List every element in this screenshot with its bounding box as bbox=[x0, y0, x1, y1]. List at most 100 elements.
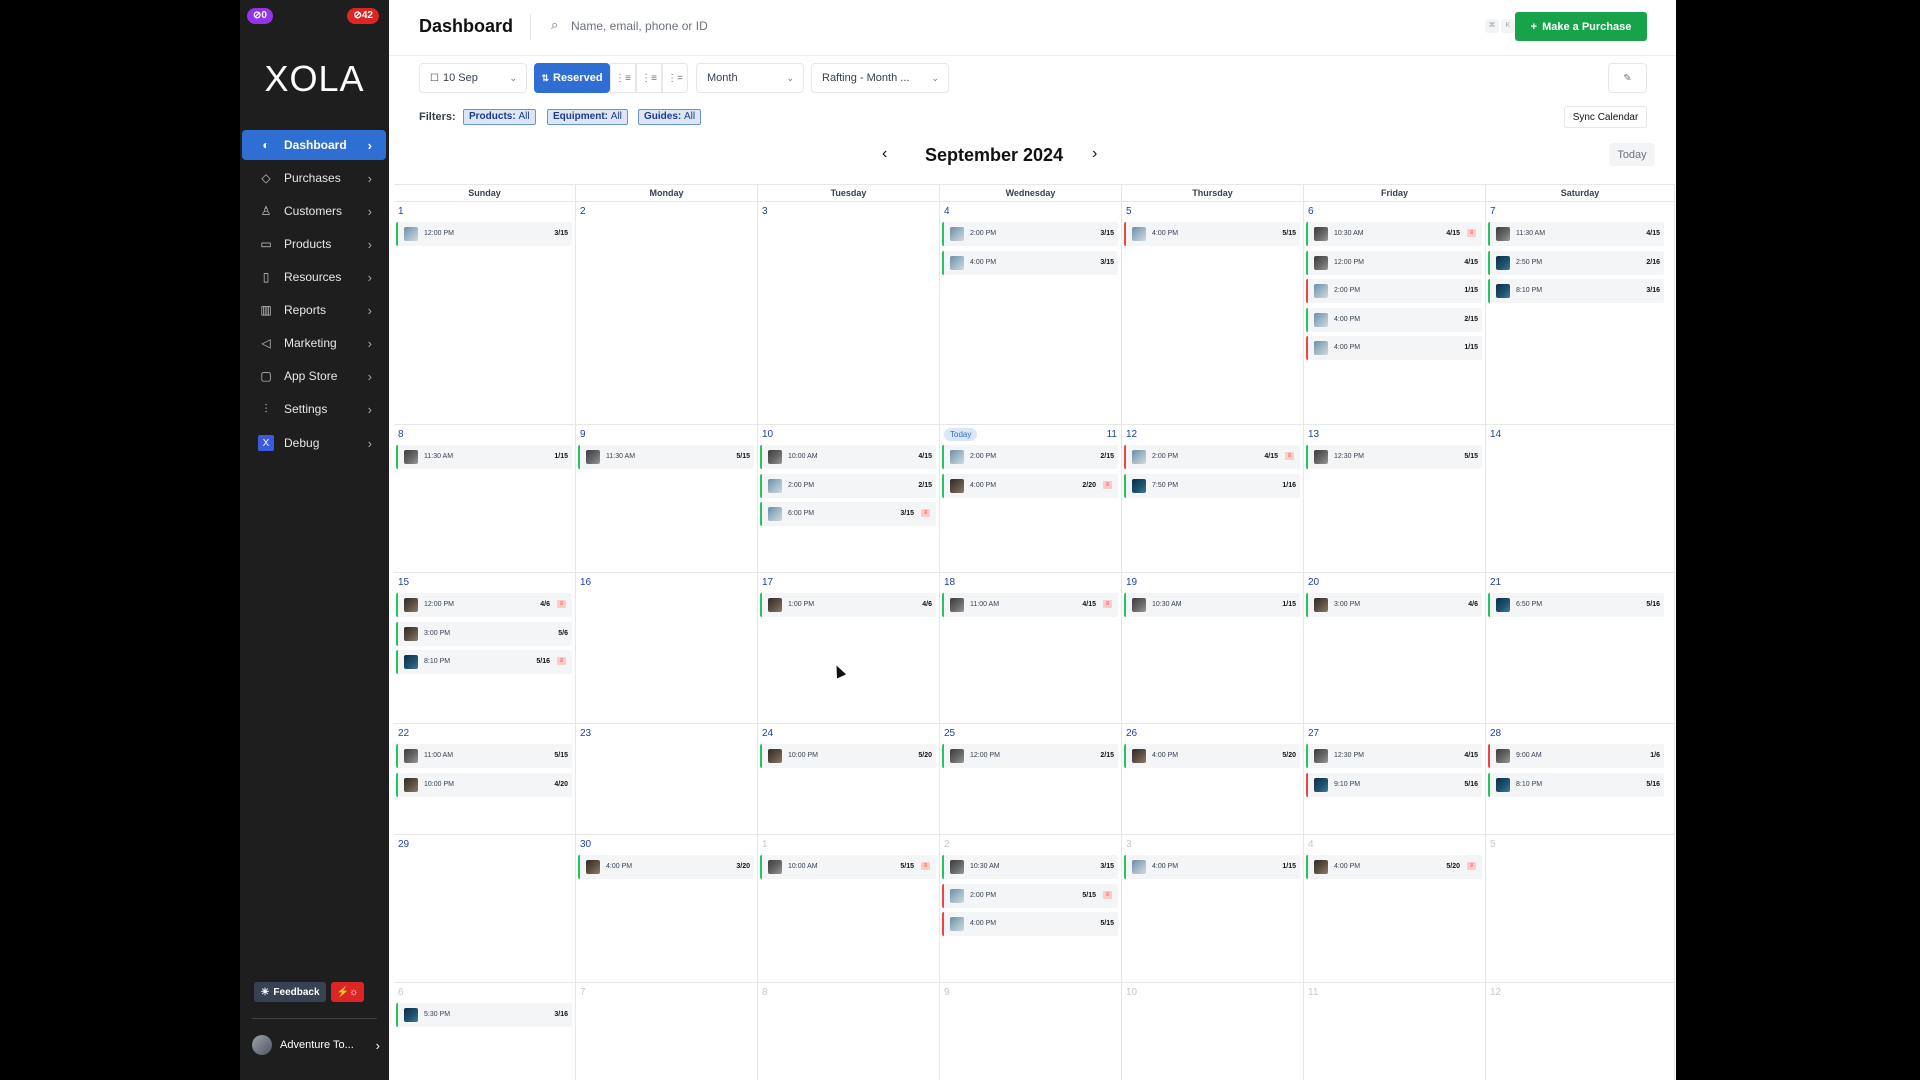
calendar-day-cell[interactable]: 3 bbox=[758, 202, 940, 425]
calendar-day-cell[interactable]: 9 bbox=[940, 983, 1122, 1080]
sync-calendar-button[interactable]: Sync Calendar bbox=[1564, 106, 1647, 128]
event-slot[interactable]: 10:00 AM 5/15 ≡ bbox=[760, 855, 936, 879]
sidebar-item-resources[interactable]: ▯ Resources › bbox=[242, 262, 386, 292]
magic-wand-button[interactable]: ✎ bbox=[1608, 63, 1647, 93]
event-slot[interactable]: 4:00 PM 1/15 bbox=[1306, 336, 1482, 360]
event-slot[interactable]: 2:50 PM 2/16 bbox=[1488, 250, 1664, 275]
filter-products-chip[interactable]: Products: All bbox=[463, 109, 536, 125]
event-slot[interactable]: 6:50 PM 5/16 bbox=[1488, 593, 1664, 617]
event-slot[interactable]: 5:30 PM 3/16 bbox=[396, 1003, 572, 1027]
chevron-right-icon[interactable]: › bbox=[1092, 145, 1097, 163]
calendar-day-cell[interactable]: 9 11:30 AM 5/15 bbox=[576, 425, 758, 573]
filter-guides-chip[interactable]: Guides: All bbox=[638, 109, 702, 125]
chevron-left-icon[interactable]: ‹ bbox=[882, 145, 887, 163]
event-slot[interactable]: 10:30 AM 1/15 bbox=[1124, 593, 1300, 617]
product-select[interactable]: Rafting - Month ... ⌄ bbox=[811, 63, 949, 93]
event-slot[interactable]: 4:00 PM 5/15 bbox=[942, 912, 1118, 936]
calendar-day-cell[interactable]: 10 10:00 AM 4/15 2:00 PM 2/15 6:00 PM 3/15 ≡ bbox=[758, 425, 940, 573]
event-slot[interactable]: 4:00 PM 1/15 bbox=[1124, 855, 1300, 879]
calendar-day-cell[interactable]: 13 12:30 PM 5/15 bbox=[1304, 425, 1486, 573]
event-slot[interactable]: 10:00 PM 4/20 bbox=[396, 772, 572, 797]
calendar-day-cell[interactable]: 29 bbox=[394, 835, 576, 983]
calendar-day-cell[interactable]: 24 10:00 PM 5/20 bbox=[758, 724, 940, 835]
event-slot[interactable]: 3:00 PM 5/6 bbox=[396, 621, 572, 646]
calendar-day-cell[interactable]: 15 12:00 PM 4/6 ≡ 3:00 PM 5/6 8:10 PM 5/16 ≡ bbox=[394, 573, 576, 724]
event-slot[interactable]: 4:00 PM 5/15 bbox=[1124, 222, 1300, 246]
notification-badge-red[interactable]: ⊘42 bbox=[347, 8, 379, 24]
calendar-day-cell[interactable]: 7 bbox=[576, 983, 758, 1080]
view-mode-select[interactable]: Month ⌄ bbox=[696, 63, 804, 93]
sidebar-item-reports[interactable]: ▥ Reports › bbox=[242, 295, 386, 325]
event-slot[interactable]: 4:00 PM 3/15 bbox=[942, 250, 1118, 275]
sidebar-item-marketing[interactable]: ◁ Marketing › bbox=[242, 328, 386, 358]
event-slot[interactable]: 12:00 PM 3/15 bbox=[396, 222, 572, 246]
search-input[interactable] bbox=[571, 15, 971, 37]
calendar-day-cell[interactable]: 3 4:00 PM 1/15 bbox=[1122, 835, 1304, 983]
event-slot[interactable]: 4:00 PM 5/20 bbox=[1124, 744, 1300, 768]
calendar-day-cell[interactable]: 21 6:50 PM 5/16 bbox=[1486, 573, 1675, 724]
view-list-button[interactable]: ⋮≡ bbox=[610, 63, 636, 93]
calendar-day-cell[interactable]: 6 10:30 AM 4/15 ≡ 12:00 PM 4/15 2:00 PM 1/15 4:0… bbox=[1304, 202, 1486, 425]
event-slot[interactable]: 2:00 PM 3/15 bbox=[942, 222, 1118, 246]
event-slot[interactable]: 2:00 PM 5/15 ≡ bbox=[942, 883, 1118, 908]
calendar-day-cell[interactable]: 5 4:00 PM 5/15 bbox=[1122, 202, 1304, 425]
event-slot[interactable]: 11:30 AM 4/15 bbox=[1488, 222, 1664, 246]
event-slot[interactable]: 2:00 PM 2/15 bbox=[760, 473, 936, 498]
calendar-day-cell[interactable]: 12 bbox=[1486, 983, 1675, 1080]
calendar-day-cell[interactable]: 27 12:30 PM 4/15 9:10 PM 5/16 bbox=[1304, 724, 1486, 835]
event-slot[interactable]: 8:10 PM 5/16 bbox=[1488, 772, 1664, 797]
sidebar-item-products[interactable]: ▭ Products › bbox=[242, 229, 386, 259]
event-slot[interactable]: 6:00 PM 3/15 ≡ bbox=[760, 502, 936, 526]
event-slot[interactable]: 10:30 AM 4/15 ≡ bbox=[1306, 222, 1482, 246]
calendar-day-cell[interactable]: 7 11:30 AM 4/15 2:50 PM 2/16 8:10 PM 3/16 bbox=[1486, 202, 1675, 425]
calendar-day-cell[interactable]: 16 bbox=[576, 573, 758, 724]
calendar-day-cell[interactable]: 8 11:30 AM 1/15 bbox=[394, 425, 576, 573]
report-bug-button[interactable]: ⚡☼ bbox=[331, 982, 364, 1002]
xola-logo[interactable]: XOLA bbox=[240, 58, 389, 100]
date-picker[interactable]: ☐ 10 Sep ⌄ bbox=[419, 63, 527, 93]
calendar-day-cell[interactable]: 18 11:00 AM 4/15 ≡ bbox=[940, 573, 1122, 724]
calendar-day-cell[interactable]: 17 1:00 PM 4/6 bbox=[758, 573, 940, 724]
event-slot[interactable]: 12:30 PM 4/15 bbox=[1306, 744, 1482, 768]
event-slot[interactable]: 2:00 PM 2/15 bbox=[942, 445, 1118, 469]
event-slot[interactable]: 1:00 PM 4/6 bbox=[760, 593, 936, 617]
view-grid-button[interactable]: ⋮= bbox=[662, 63, 688, 93]
event-slot[interactable]: 12:30 PM 5/15 bbox=[1306, 445, 1482, 469]
account-switcher[interactable]: Adventure To... › bbox=[252, 1034, 380, 1056]
calendar-day-cell[interactable]: 6 5:30 PM 3/16 bbox=[394, 983, 576, 1080]
calendar-day-cell[interactable]: 14 bbox=[1486, 425, 1675, 573]
calendar-day-cell[interactable]: 5 bbox=[1486, 835, 1675, 983]
event-slot[interactable]: 11:00 AM 4/15 ≡ bbox=[942, 593, 1118, 617]
calendar-day-cell[interactable]: 28 9:00 AM 1/6 8:10 PM 5/16 bbox=[1486, 724, 1675, 835]
make-purchase-button[interactable]: + Make a Purchase bbox=[1515, 12, 1647, 41]
event-slot[interactable]: 10:30 AM 3/15 bbox=[942, 855, 1118, 879]
event-slot[interactable]: 12:00 PM 4/6 ≡ bbox=[396, 593, 572, 617]
event-slot[interactable]: 11:30 AM 1/15 bbox=[396, 445, 572, 469]
event-slot[interactable]: 12:00 PM 2/15 bbox=[942, 744, 1118, 768]
event-slot[interactable]: 12:00 PM 4/15 bbox=[1306, 250, 1482, 275]
view-compact-button[interactable]: ⋮≡ bbox=[636, 63, 662, 93]
event-slot[interactable]: 8:10 PM 5/16 ≡ bbox=[396, 650, 572, 674]
calendar-day-cell[interactable]: 20 3:00 PM 4/6 bbox=[1304, 573, 1486, 724]
notification-badge-purple[interactable]: ⊘0 bbox=[247, 8, 273, 24]
calendar-day-cell[interactable]: 2 bbox=[576, 202, 758, 425]
event-slot[interactable]: 2:00 PM 4/15 ≡ bbox=[1124, 445, 1300, 469]
sidebar-item-purchases[interactable]: ◇ Purchases › bbox=[242, 163, 386, 193]
today-button[interactable]: Today bbox=[1609, 143, 1655, 166]
calendar-day-cell[interactable]: 23 bbox=[576, 724, 758, 835]
feedback-button[interactable]: ☀ Feedback bbox=[254, 982, 326, 1002]
event-slot[interactable]: 4:00 PM 2/20 ≡ bbox=[942, 473, 1118, 498]
event-slot[interactable]: 7:50 PM 1/16 bbox=[1124, 473, 1300, 498]
sidebar-item-dashboard[interactable]: ◐ Dashboard › bbox=[242, 130, 386, 160]
calendar-day-cell[interactable]: 2 10:30 AM 3/15 2:00 PM 5/15 ≡ 4:00 PM 5/15 bbox=[940, 835, 1122, 983]
calendar-day-cell[interactable]: 30 4:00 PM 3/20 bbox=[576, 835, 758, 983]
reserved-toggle[interactable]: ⇅ Reserved bbox=[534, 63, 610, 93]
calendar-day-cell[interactable]: 8 bbox=[758, 983, 940, 1080]
calendar-day-cell[interactable]: 1 10:00 AM 5/15 ≡ bbox=[758, 835, 940, 983]
sidebar-item-settings[interactable]: ⫶ Settings › bbox=[242, 394, 386, 424]
calendar-day-cell[interactable]: 4 4:00 PM 5/20 ≡ bbox=[1304, 835, 1486, 983]
filter-equipment-chip[interactable]: Equipment: All bbox=[547, 109, 628, 125]
calendar-day-cell[interactable]: 19 10:30 AM 1/15 bbox=[1122, 573, 1304, 724]
event-slot[interactable]: 9:10 PM 5/16 bbox=[1306, 772, 1482, 797]
calendar-day-cell[interactable]: 12 2:00 PM 4/15 ≡ 7:50 PM 1/16 bbox=[1122, 425, 1304, 573]
